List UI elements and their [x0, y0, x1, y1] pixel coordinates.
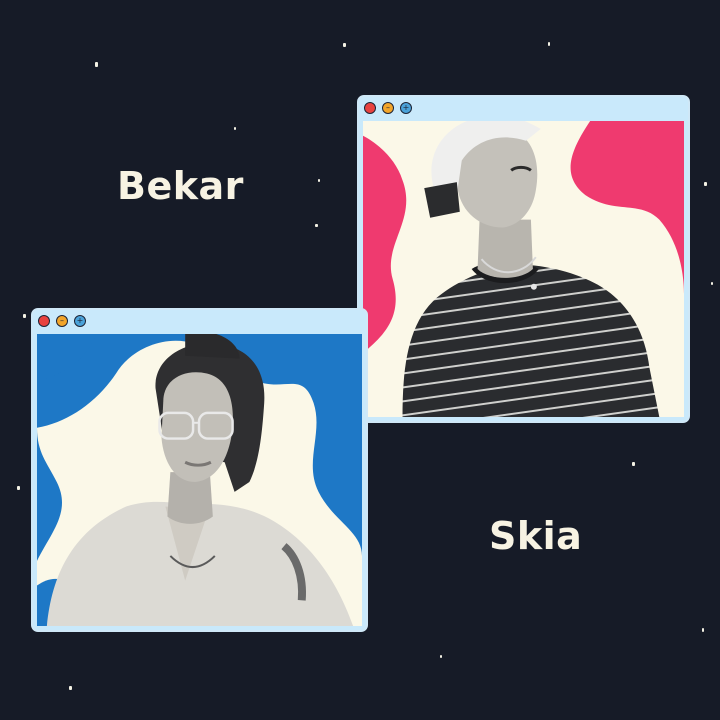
star: [702, 628, 704, 632]
minimize-icon: –: [386, 103, 390, 112]
minimize-button[interactable]: –: [56, 315, 68, 327]
profile-window-bekar: – +: [357, 95, 690, 423]
cap-strap: [424, 182, 460, 218]
close-button[interactable]: [364, 102, 376, 114]
artist-name-skia: Skia: [489, 514, 583, 558]
maximize-button[interactable]: +: [74, 315, 86, 327]
star: [69, 686, 72, 690]
maximize-button[interactable]: +: [400, 102, 412, 114]
photo-frame: [37, 334, 362, 626]
maximize-icon: +: [76, 316, 84, 325]
star: [234, 127, 236, 130]
artist-name-bekar: Bekar: [117, 164, 244, 208]
star: [440, 655, 442, 658]
photo-frame: [363, 121, 684, 417]
window-titlebar[interactable]: – +: [359, 97, 688, 121]
portrait-photo-skia: [37, 334, 362, 626]
star: [704, 182, 707, 186]
star: [632, 462, 635, 466]
logo-patch: [530, 283, 537, 290]
minimize-icon: –: [60, 316, 64, 325]
minimize-button[interactable]: –: [382, 102, 394, 114]
neck: [477, 219, 533, 278]
window-titlebar[interactable]: – +: [33, 310, 366, 334]
star: [548, 42, 550, 46]
star: [17, 486, 20, 490]
star: [95, 62, 98, 67]
close-button[interactable]: [38, 315, 50, 327]
stage: Bekar Skia – + – +: [0, 0, 720, 720]
maximize-icon: +: [402, 103, 410, 112]
star: [318, 179, 320, 182]
star: [711, 282, 713, 285]
star: [343, 43, 346, 47]
star: [315, 224, 318, 227]
portrait-photo-bekar: [363, 121, 684, 417]
star: [23, 314, 26, 318]
profile-window-skia: – +: [31, 308, 368, 632]
